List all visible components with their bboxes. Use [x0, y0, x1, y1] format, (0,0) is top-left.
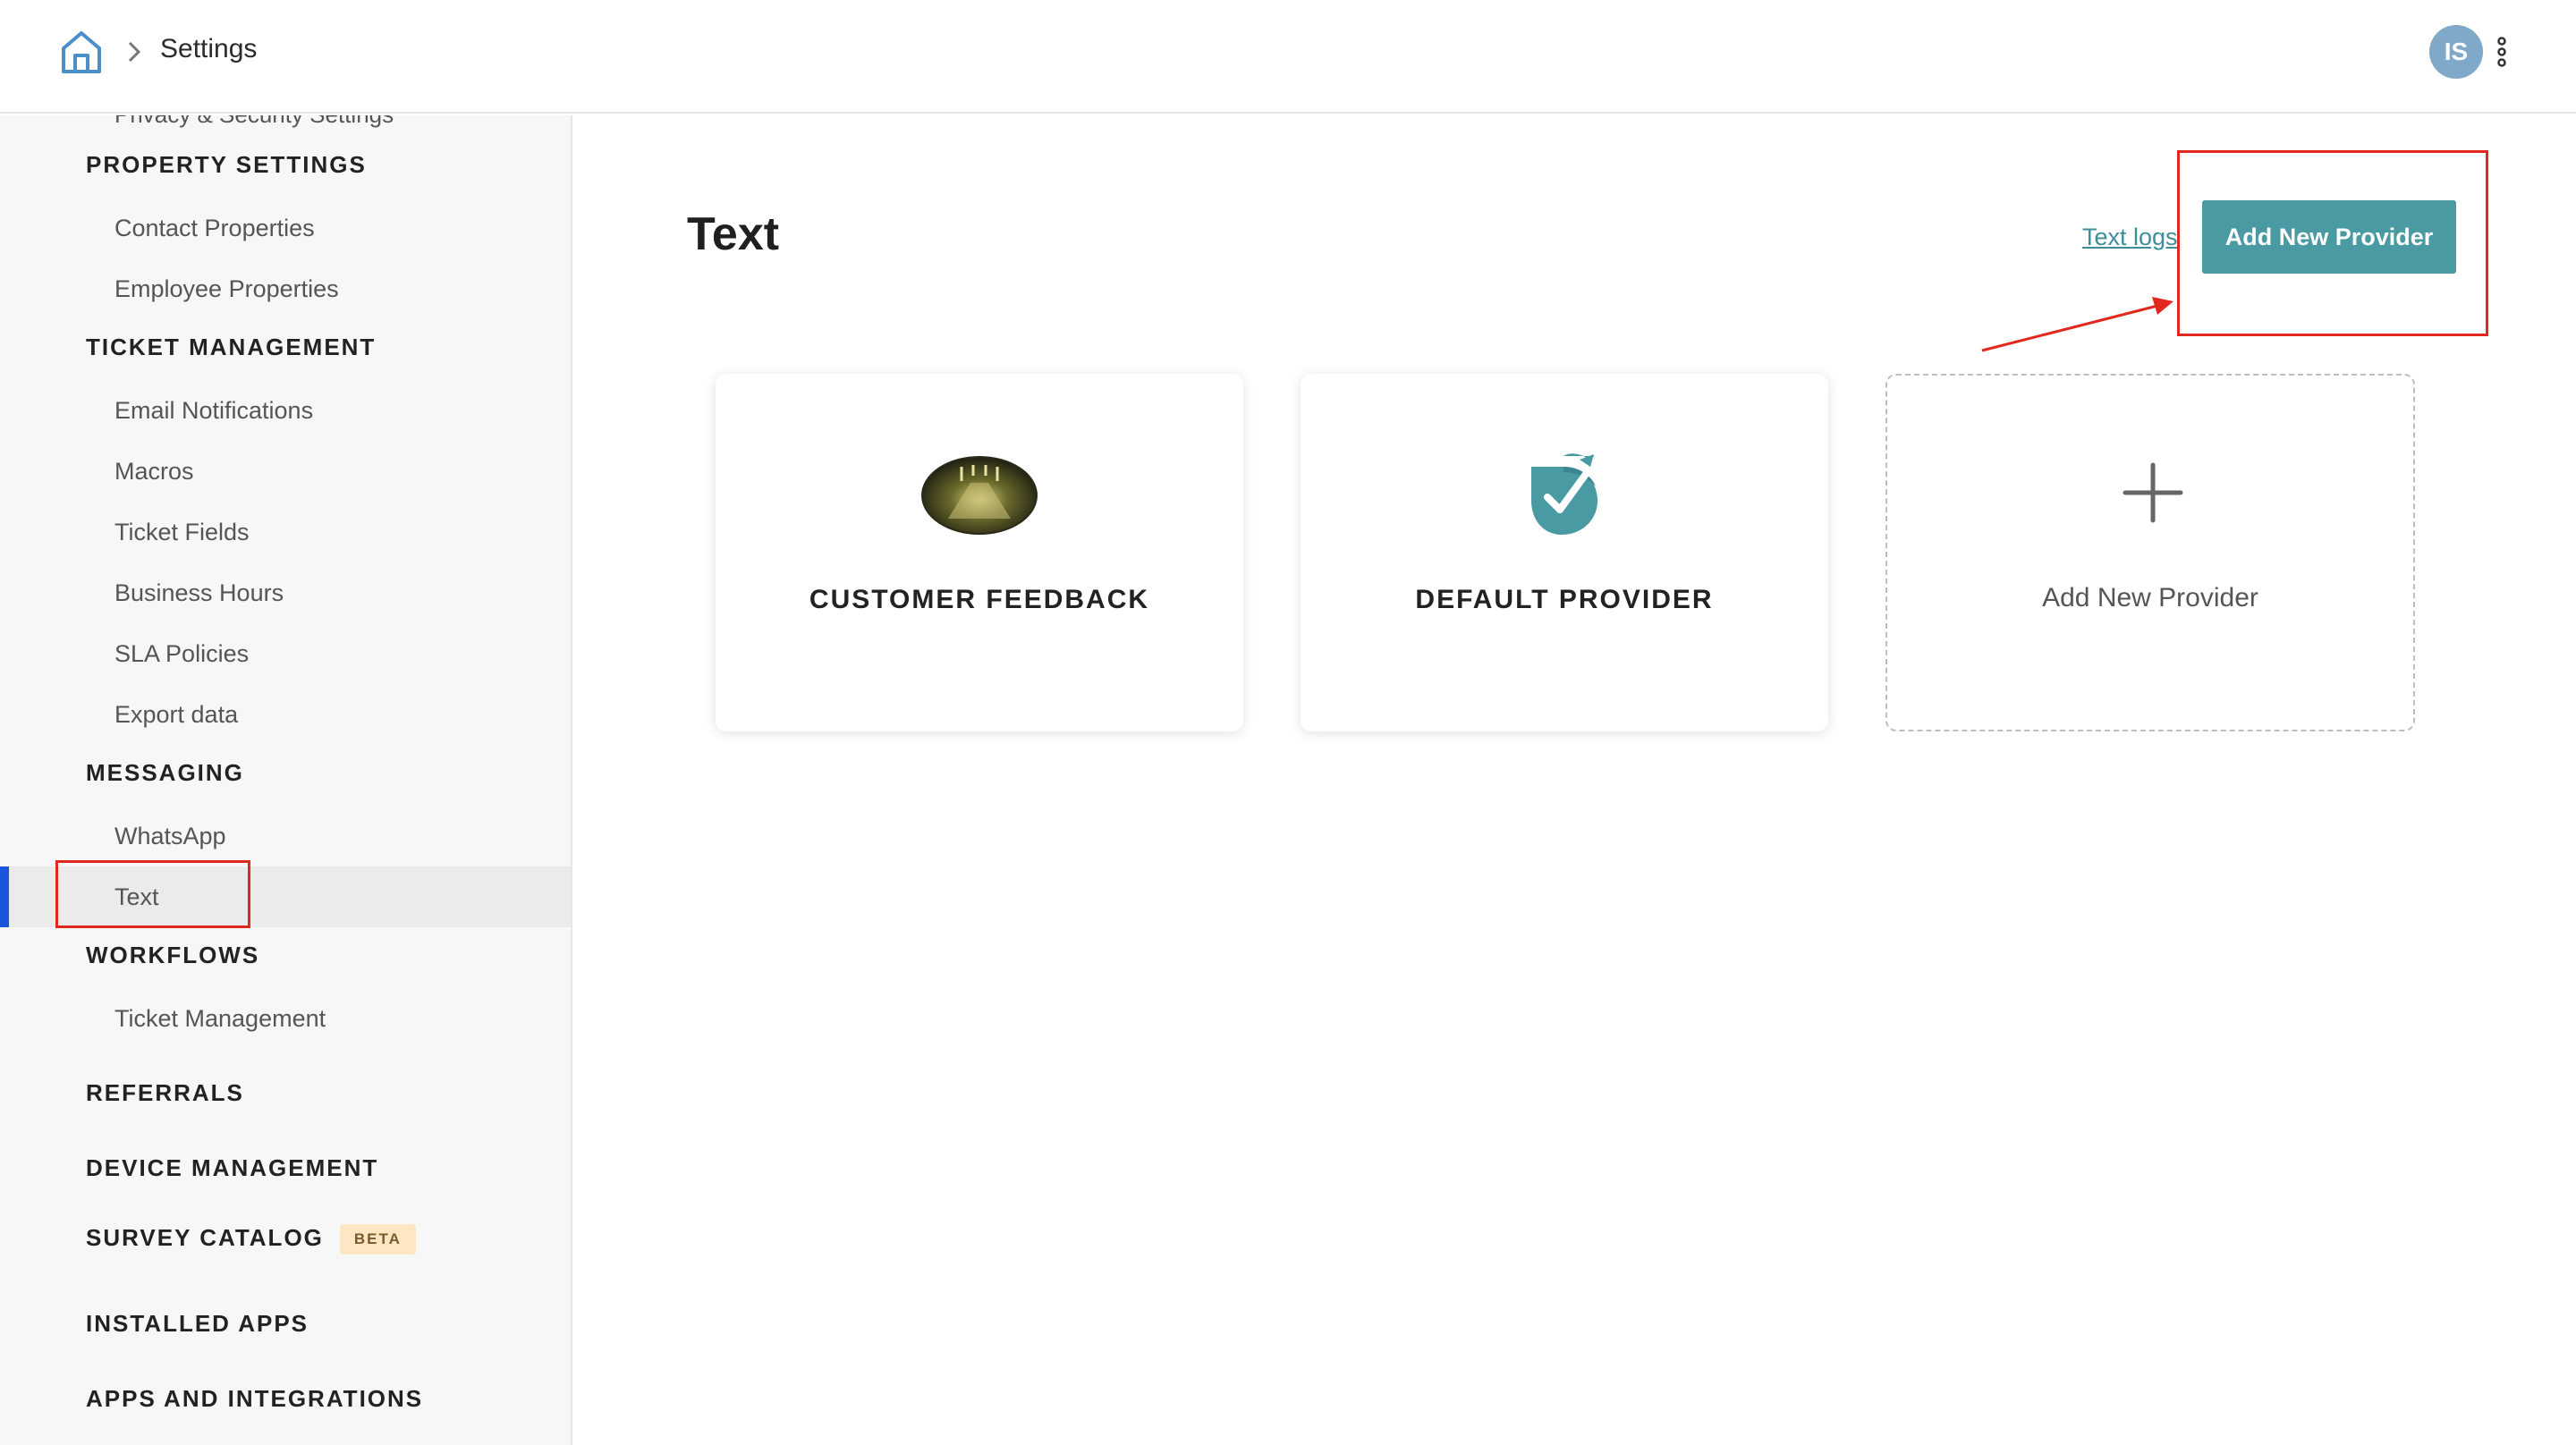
text-logs-link[interactable]: Text logs [2082, 224, 2178, 251]
sidebar-item-export-data[interactable]: Export data [0, 684, 571, 745]
sidebar-item-label: Email Notifications [114, 396, 314, 424]
breadcrumb-settings: Settings [160, 34, 258, 63]
add-new-provider-card[interactable]: Add New Provider [1885, 374, 2415, 731]
provider-card-default-provider[interactable]: DEFAULT PROVIDER [1301, 374, 1828, 731]
home-icon[interactable] [59, 29, 104, 75]
sidebar-item-privacy-security[interactable]: Privacy & Security Settings [114, 115, 394, 129]
page-title: Text [687, 208, 780, 260]
sidebar-section-workflows: WORKFLOWS [86, 942, 260, 968]
sidebar-item-employee-properties[interactable]: Employee Properties [0, 258, 571, 319]
sidebar-section-survey-catalog[interactable]: SURVEY CATALOG BETA [86, 1224, 416, 1255]
top-bar: Settings IS [0, 0, 2576, 114]
annotation-box-add-provider [2177, 150, 2488, 336]
sidebar-section-messaging: MESSAGING [86, 759, 244, 786]
kebab-menu-icon[interactable] [2494, 36, 2510, 68]
card-label: DEFAULT PROVIDER [1415, 585, 1714, 614]
sidebar-section-installed-apps[interactable]: INSTALLED APPS [86, 1310, 309, 1338]
sidebar-item-label: Contact Properties [114, 214, 315, 241]
customer-feedback-image [921, 456, 1038, 535]
sidebar-section-ticket-management: TICKET MANAGEMENT [86, 334, 377, 360]
sidebar-section-label: SURVEY CATALOG [86, 1224, 324, 1251]
sidebar-section-property-settings: PROPERTY SETTINGS [86, 151, 367, 178]
plus-icon [2123, 462, 2183, 523]
sidebar-item-label: SLA Policies [114, 639, 250, 667]
active-indicator [0, 866, 9, 927]
settings-sidebar: Privacy & Security Settings PROPERTY SET… [0, 115, 572, 1445]
sidebar-item-contact-properties[interactable]: Contact Properties [0, 198, 571, 258]
sidebar-item-label: Ticket Management [114, 1004, 326, 1032]
sidebar-item-label: Employee Properties [114, 275, 339, 302]
card-label: Add New Provider [2042, 583, 2258, 613]
sidebar-item-label: Ticket Fields [114, 518, 250, 545]
sidebar-item-sla-policies[interactable]: SLA Policies [0, 623, 571, 684]
sidebar-section-device-management[interactable]: DEVICE MANAGEMENT [86, 1154, 378, 1182]
sidebar-item-label: WhatsApp [114, 822, 226, 849]
chevron-right-icon [128, 41, 141, 63]
sidebar-section-apps-and-integrations[interactable]: APPS AND INTEGRATIONS [86, 1385, 423, 1413]
sidebar-item-email-notifications[interactable]: Email Notifications [0, 380, 571, 441]
sidebar-item-label: Export data [114, 700, 239, 728]
card-label: CUSTOMER FEEDBACK [809, 585, 1150, 614]
sidebar-section-referrals[interactable]: REFERRALS [86, 1079, 244, 1107]
sidebar-item-business-hours[interactable]: Business Hours [0, 562, 571, 623]
annotation-box-text-item [55, 860, 250, 928]
beta-badge: BETA [339, 1224, 416, 1255]
shield-check-icon [1531, 453, 1597, 535]
sidebar-item-label: Business Hours [114, 579, 284, 606]
sidebar-item-whatsapp[interactable]: WhatsApp [0, 806, 571, 866]
user-avatar[interactable]: IS [2429, 25, 2483, 79]
sidebar-item-macros[interactable]: Macros [0, 441, 571, 502]
provider-card-customer-feedback[interactable]: CUSTOMER FEEDBACK [716, 374, 1243, 731]
sidebar-item-label: Macros [114, 457, 194, 485]
sidebar-item-ticket-fields[interactable]: Ticket Fields [0, 502, 571, 562]
sidebar-item-ticket-management-workflow[interactable]: Ticket Management [0, 988, 571, 1049]
